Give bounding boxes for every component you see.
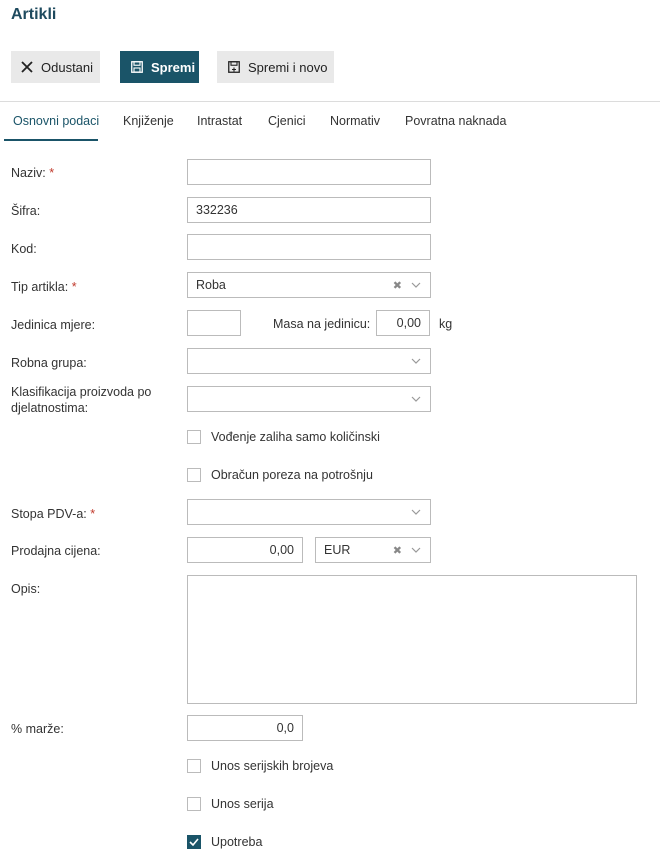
masa-unit: kg — [439, 317, 453, 331]
unos-serijskih-checkbox[interactable]: Unos serijskih brojeva — [187, 759, 333, 773]
cancel-button-label: Odustani — [41, 59, 94, 75]
sifra-label: Šifra: — [11, 204, 41, 218]
marza-input[interactable]: 0,0 — [187, 715, 303, 741]
checkbox-box[interactable] — [187, 430, 201, 444]
required-marker: * — [49, 166, 55, 180]
checkbox-box-checked[interactable] — [187, 835, 201, 849]
checkbox-box[interactable] — [187, 468, 201, 482]
klasifikacija-label: Klasifikacija proizvoda po djelatnostima… — [11, 385, 152, 415]
close-icon — [19, 59, 35, 75]
jedinica-mjere-label: Jedinica mjere: — [11, 318, 96, 332]
tab-knjizenje[interactable]: Knjiženje — [123, 114, 174, 128]
checkbox-box[interactable] — [187, 797, 201, 811]
active-tab-indicator — [4, 139, 98, 141]
toolbar: Odustani Spremi Spremi i novo — [0, 34, 660, 102]
obracun-poreza-checkbox[interactable]: Obračun poreza na potrošnju — [187, 468, 373, 482]
chevron-down-icon[interactable] — [410, 279, 422, 291]
robna-grupa-select[interactable] — [187, 348, 431, 374]
chevron-down-icon[interactable] — [410, 393, 422, 405]
tip-artikla-label: Tip artikla: * — [11, 280, 77, 294]
save-and-new-button-label: Spremi i novo — [248, 59, 328, 75]
currency-select[interactable]: EUR ✖ — [315, 537, 431, 563]
app-header: Artikli — [0, 0, 660, 34]
upotreba-checkbox[interactable]: Upotreba — [187, 835, 262, 849]
stopa-pdv-select[interactable] — [187, 499, 431, 525]
obracun-poreza-label: Obračun poreza na potrošnju — [211, 468, 373, 482]
robna-grupa-label: Robna grupa: — [11, 356, 87, 370]
masa-label: Masa na jedinicu: — [273, 317, 371, 331]
cancel-button[interactable]: Odustani — [11, 51, 100, 83]
tab-osnovni-podaci[interactable]: Osnovni podaci — [13, 114, 99, 128]
klasifikacija-select[interactable] — [187, 386, 431, 412]
marza-label: % marže: — [11, 722, 64, 736]
checkmark-icon — [189, 838, 199, 846]
save-button[interactable]: Spremi — [120, 51, 199, 83]
floppy-disk-icon — [129, 59, 145, 75]
required-marker: * — [90, 507, 96, 521]
unos-serija-checkbox[interactable]: Unos serija — [187, 797, 274, 811]
naziv-input[interactable] — [187, 159, 431, 185]
opis-label: Opis: — [11, 582, 41, 596]
save-button-label: Spremi — [151, 59, 196, 75]
prodajna-cijena-label: Prodajna cijena: — [11, 544, 101, 558]
naziv-label: Naziv: * — [11, 166, 55, 180]
checkbox-box[interactable] — [187, 759, 201, 773]
vodjenje-zaliha-label: Vođenje zaliha samo količinski — [211, 430, 380, 444]
kod-label: Kod: — [11, 242, 37, 256]
unos-serija-label: Unos serija — [211, 797, 274, 811]
chevron-down-icon[interactable] — [410, 544, 422, 556]
tip-artikla-value: Roba — [196, 278, 226, 292]
tab-povratna-naknada[interactable]: Povratna naknada — [405, 114, 506, 128]
currency-value: EUR — [324, 543, 351, 557]
clear-x-icon[interactable]: ✖ — [393, 544, 402, 557]
chevron-down-icon[interactable] — [410, 355, 422, 367]
required-marker: * — [71, 280, 77, 294]
prodajna-cijena-input[interactable]: 0,00 — [187, 537, 303, 563]
kod-input[interactable] — [187, 234, 431, 260]
tab-normativ[interactable]: Normativ — [330, 114, 380, 128]
page-title: Artikli — [11, 6, 57, 23]
tab-intrastat[interactable]: Intrastat — [197, 114, 242, 128]
tab-bar: Osnovni podaci Knjiženje Intrastat Cjeni… — [0, 103, 660, 141]
chevron-down-icon[interactable] — [410, 506, 422, 518]
floppy-disk-plus-icon — [226, 59, 242, 75]
tab-cjenici[interactable]: Cjenici — [268, 114, 306, 128]
unos-serijskih-label: Unos serijskih brojeva — [211, 759, 334, 773]
save-and-new-button[interactable]: Spremi i novo — [217, 51, 334, 83]
sifra-input[interactable]: 332236 — [187, 197, 431, 223]
vodjenje-zaliha-checkbox[interactable]: Vođenje zaliha samo količinski — [187, 430, 380, 444]
clear-x-icon[interactable]: ✖ — [393, 279, 402, 292]
jedinica-mjere-input[interactable] — [187, 310, 241, 336]
stopa-pdv-label: Stopa PDV-a: * — [11, 507, 96, 521]
opis-textarea[interactable] — [187, 575, 637, 704]
upotreba-label: Upotreba — [211, 835, 263, 849]
masa-input[interactable]: 0,00 — [376, 310, 430, 336]
tip-artikla-select[interactable]: Roba ✖ — [187, 272, 431, 298]
